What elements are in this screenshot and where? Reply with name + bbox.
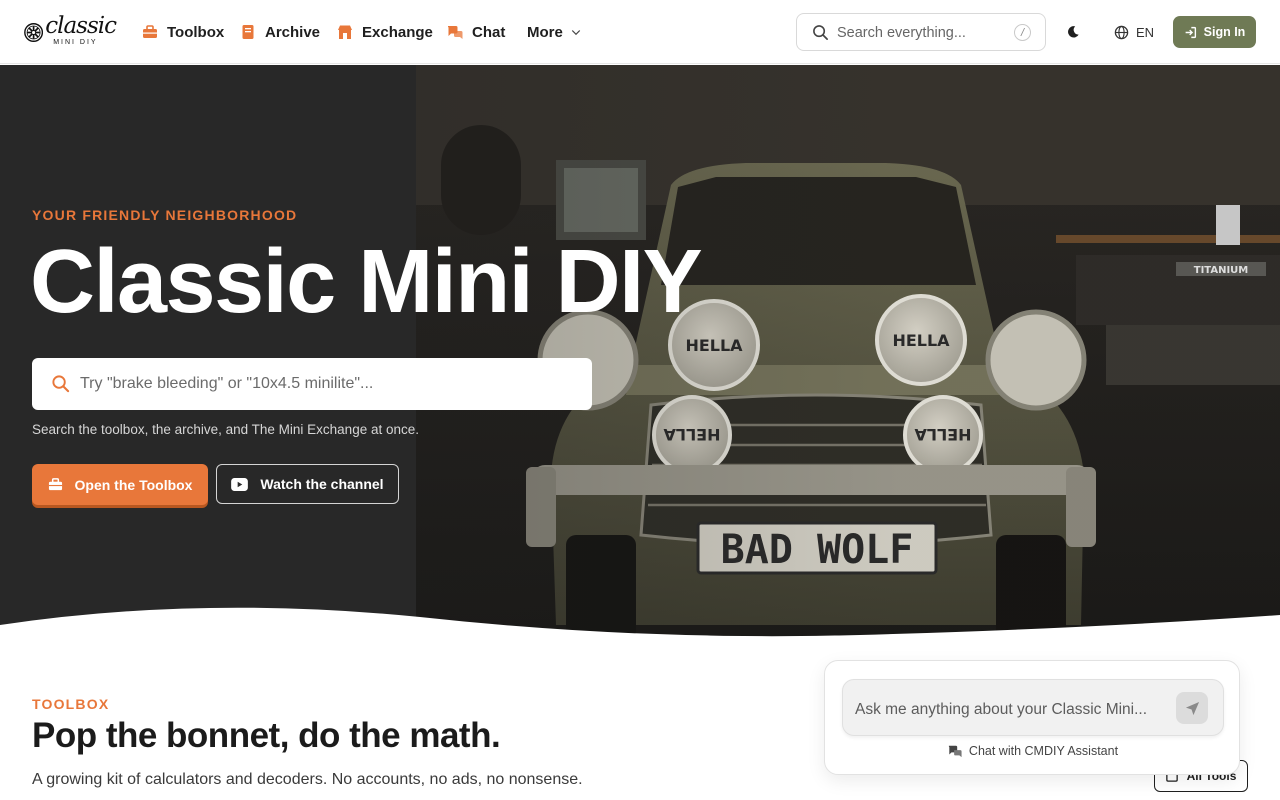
toolbox-description: A growing kit of calculators and decoder… xyxy=(32,771,583,788)
hero-garage-photo: HELLA HELLA HELLA HELLA BAD WOLF TITANIU… xyxy=(416,65,1280,640)
assistant-chat-widget: Chat with CMDIY Assistant xyxy=(824,660,1240,775)
chevron-down-icon xyxy=(571,30,581,36)
language-code: EN xyxy=(1136,24,1155,40)
site-logo[interactable]: classic MINI DIY xyxy=(24,12,117,50)
nav-link-label: More xyxy=(527,23,563,41)
language-selector[interactable]: EN xyxy=(1114,22,1154,42)
nav-link-label: Toolbox xyxy=(167,23,225,41)
wheel-logo-icon xyxy=(24,22,44,42)
chat-caption-label: Chat with CMDIY Assistant xyxy=(968,744,1119,758)
lamp-brand-text: HELLA xyxy=(914,425,972,444)
chat-input[interactable] xyxy=(855,698,1165,722)
nav-link-chat[interactable]: Chat xyxy=(447,20,505,44)
nav-link-toolbox[interactable]: Toolbox xyxy=(142,20,224,44)
top-navbar: classic MINI DIY Toolbox Archive Exchang… xyxy=(0,0,1280,64)
toolbox-icon xyxy=(48,478,62,491)
nav-link-label: Archive xyxy=(265,23,321,41)
chat-send-button[interactable] xyxy=(1176,692,1208,724)
book-icon xyxy=(242,25,254,39)
moon-icon xyxy=(1068,26,1079,38)
chat-bubbles-icon xyxy=(948,745,962,758)
chat-caption: Chat with CMDIY Assistant xyxy=(825,744,1241,758)
number-plate-text: BAD WOLF xyxy=(721,527,914,573)
global-search[interactable]: / xyxy=(796,13,1046,51)
toolbox-eyebrow: TOOLBOX xyxy=(32,696,110,712)
chat-bubbles-icon xyxy=(447,26,463,39)
nav-link-label: Chat xyxy=(472,23,506,41)
lamp-brand-text: HELLA xyxy=(685,336,743,355)
nav-link-exchange[interactable]: Exchange xyxy=(337,20,433,44)
open-toolbox-button[interactable]: Open the Toolbox xyxy=(32,464,208,505)
hero-section: HELLA HELLA HELLA HELLA BAD WOLF TITANIU… xyxy=(0,65,1280,640)
logo-wordmark: classic xyxy=(45,12,117,39)
hero-search-input[interactable] xyxy=(80,372,570,396)
search-icon xyxy=(813,25,828,40)
send-icon xyxy=(1185,701,1199,715)
hero-search-hint: Search the toolbox, the archive, and The… xyxy=(32,422,419,437)
nav-link-archive[interactable]: Archive xyxy=(240,20,320,44)
hero-eyebrow: YOUR FRIENDLY NEIGHBORHOOD xyxy=(32,207,298,223)
nav-more-dropdown[interactable]: More xyxy=(527,20,582,44)
search-icon xyxy=(52,375,70,393)
search-shortcut-hint: / xyxy=(1014,24,1031,41)
global-search-input[interactable] xyxy=(837,22,1007,44)
shelf-label-text: TITANIUM xyxy=(1194,265,1249,276)
watch-channel-button[interactable]: Watch the channel xyxy=(216,464,399,504)
toolbox-title: Pop the bonnet, do the math. xyxy=(32,716,501,755)
hero-search[interactable] xyxy=(32,358,592,410)
lamp-brand-text: HELLA xyxy=(892,331,950,350)
globe-icon xyxy=(1114,25,1129,39)
toolbox-icon xyxy=(143,25,157,38)
open-toolbox-label: Open the Toolbox xyxy=(74,476,193,493)
lamp-brand-text: HELLA xyxy=(663,425,721,444)
sign-in-icon xyxy=(1185,26,1196,38)
hero-wave-divider xyxy=(0,607,1280,655)
sign-in-button[interactable]: Sign In xyxy=(1173,16,1256,48)
hero-title: Classic Mini DIY xyxy=(30,232,703,332)
store-icon xyxy=(338,25,352,39)
theme-toggle-button[interactable] xyxy=(1063,22,1083,42)
sign-in-label: Sign In xyxy=(1203,25,1246,39)
watch-channel-label: Watch the channel xyxy=(260,476,384,492)
logo-subtitle: MINI DIY xyxy=(53,38,98,46)
chat-input-box[interactable] xyxy=(842,679,1224,736)
nav-link-label: Exchange xyxy=(362,23,433,41)
youtube-icon xyxy=(231,477,249,491)
